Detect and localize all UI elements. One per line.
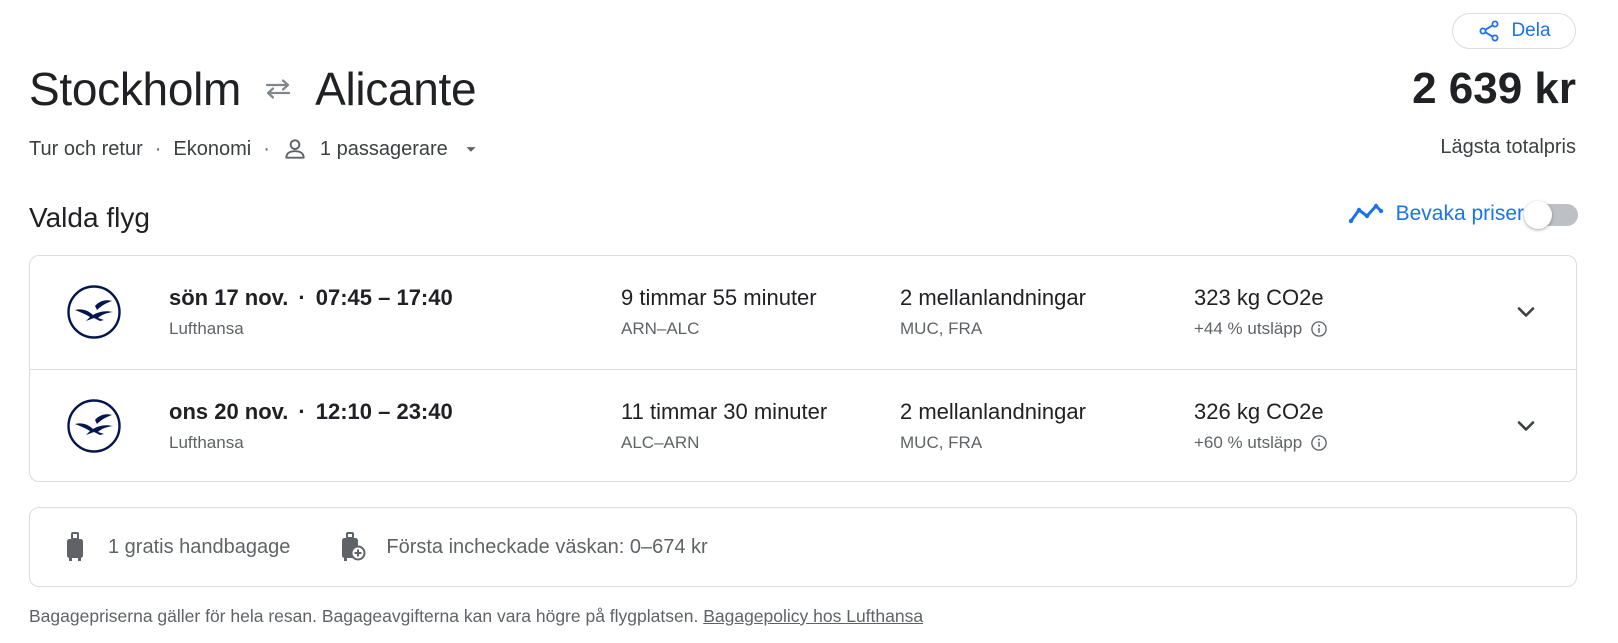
track-prices-toggle[interactable] [1524,201,1578,229]
selected-flights-card: sön 17 nov. · 07:45 – 17:40 Lufthansa 9 ti… [29,255,1577,482]
flight-date: sön 17 nov. [169,285,289,310]
passenger-selector[interactable]: 1 passagerare [320,138,448,161]
layover-airports: MUC, FRA [900,319,983,338]
route-title: Stockholm Alicante [29,58,477,120]
chevron-down-icon [1517,421,1535,431]
baggage-policy-link[interactable]: Bagagepolicy hos Lufthansa [703,606,923,626]
selected-flights-heading: Valda flyg [29,202,150,233]
flight-duration: 11 timmar 30 minuter ALC–ARN [621,397,827,455]
duration-text: 9 timmar 55 minuter [621,285,817,310]
flight-time-range: 07:45 – 17:40 [315,285,453,310]
price-label: Lägsta totalpris [1440,136,1576,158]
route-code: ALC–ARN [621,433,700,452]
lufthansa-crane-logo [67,399,121,453]
carry-on-info: 1 gratis handbagage [62,532,290,562]
trip-type: Tur och retur [29,137,143,160]
carry-on-text: 1 gratis handbagage [108,535,291,558]
flight-emissions: 326 kg CO2e +60 % utsläpp [1194,397,1328,455]
trending-line-icon [1348,203,1383,224]
flight-stops: 2 mellanlandningar MUC, FRA [900,397,1086,455]
flight-date: ons 20 nov. [169,399,289,424]
baggage-card: 1 gratis handbagage Första incheckade vä… [29,507,1577,587]
total-price: 2 639 kr [1412,64,1576,113]
separator-dot: · [298,399,306,424]
route-code: ARN–ALC [621,319,700,338]
info-icon[interactable] [1310,434,1328,452]
flight-times: ons 20 nov. · 12:10 – 23:40 Lufthansa [169,397,453,455]
airline-name: Lufthansa [169,433,244,452]
emissions-value: 323 kg CO2e [1194,285,1324,310]
emissions-delta: +44 % utsläpp [1194,319,1303,338]
share-button[interactable]: Dela [1452,13,1576,49]
person-icon [285,139,305,159]
separator-dot: · [298,285,306,310]
checked-bag-info: Första incheckade väskan: 0–674 kr [340,532,708,562]
expand-flight-button[interactable] [1508,408,1544,444]
baggage-footnote: Bagagepriserna gäller för hela resan. Ba… [29,606,923,627]
share-button-label: Dela [1511,20,1551,41]
origin-city: Stockholm [29,63,242,115]
checked-bag-text: Första incheckade väskan: 0–674 kr [386,535,708,558]
carry-on-bag-icon [67,532,83,561]
emissions-delta: +60 % utsläpp [1194,433,1303,452]
stops-count: 2 mellanlandningar [900,285,1086,310]
flight-duration: 9 timmar 55 minuter ARN–ALC [621,283,817,341]
airline-name: Lufthansa [169,319,244,338]
destination-city: Alicante [315,63,477,115]
flight-time-range: 12:10 – 23:40 [315,399,453,424]
flight-row-return[interactable]: ons 20 nov. · 12:10 – 23:40 Lufthansa 11 t… [30,369,1576,483]
caret-down-icon[interactable] [460,138,482,160]
chevron-down-icon [1517,307,1535,317]
separator-dot: · [263,137,270,160]
layover-airports: MUC, FRA [900,433,983,452]
trip-summary: Tur och retur · Ekonomi · 1 passagerare [29,134,482,164]
expand-flight-button[interactable] [1508,294,1544,330]
cabin-class: Ekonomi [173,137,252,160]
flight-times: sön 17 nov. · 07:45 – 17:40 Lufthansa [169,283,453,341]
flight-stops: 2 mellanlandningar MUC, FRA [900,283,1086,341]
footnote-text: Bagagepriserna gäller för hela resan. Ba… [29,606,699,626]
stops-count: 2 mellanlandningar [900,399,1086,424]
flight-emissions: 323 kg CO2e +44 % utsläpp [1194,283,1328,341]
swap-arrows-icon [265,79,291,99]
track-prices-label[interactable]: Bevaka priser [1396,202,1524,226]
info-icon[interactable] [1310,320,1328,338]
toggle-knob [1524,201,1552,229]
share-icon [1479,20,1499,42]
flight-row-outbound[interactable]: sön 17 nov. · 07:45 – 17:40 Lufthansa 9 ti… [30,256,1576,369]
separator-dot: · [154,137,162,160]
checked-bag-icon [342,532,366,561]
emissions-value: 326 kg CO2e [1194,399,1324,424]
duration-text: 11 timmar 30 minuter [621,399,828,424]
lufthansa-crane-logo [67,285,121,339]
